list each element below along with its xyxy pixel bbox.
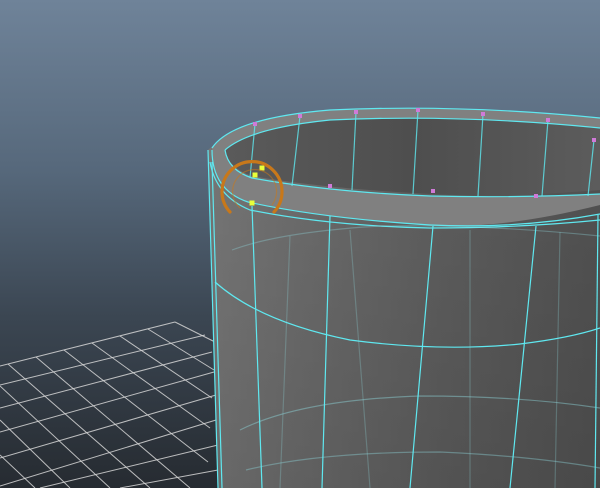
- ground-grid: [0, 321, 219, 488]
- vertex-point: [481, 112, 485, 116]
- vertex-point: [546, 118, 550, 122]
- grid-line: [63, 349, 209, 463]
- vertex-point: [328, 184, 332, 188]
- grid-line: [119, 469, 219, 488]
- viewport-scene[interactable]: [0, 0, 600, 488]
- grid-line: [7, 363, 151, 488]
- grid-line: [0, 351, 213, 409]
- vertex-point: [592, 138, 596, 142]
- vertex-point: [416, 108, 420, 112]
- vertex-point: [534, 194, 538, 198]
- grid-line: [0, 334, 206, 386]
- vertex-point: [298, 114, 302, 118]
- vertex-point: [431, 189, 435, 193]
- vertex-point: [354, 110, 358, 114]
- grid-line: [39, 444, 219, 488]
- selected-vertex-point[interactable]: [249, 200, 255, 206]
- grid-line: [119, 335, 213, 399]
- grid-line: [0, 321, 176, 367]
- grid-line: [0, 394, 217, 459]
- grid-line: [0, 385, 111, 488]
- perspective-viewport[interactable]: [0, 0, 600, 488]
- vertex-point: [253, 122, 257, 126]
- grid-line: [0, 419, 71, 488]
- grid-line: [0, 371, 215, 433]
- grid-line: [174, 321, 216, 343]
- grid-line: [0, 454, 36, 488]
- selected-vertex-point[interactable]: [252, 172, 258, 178]
